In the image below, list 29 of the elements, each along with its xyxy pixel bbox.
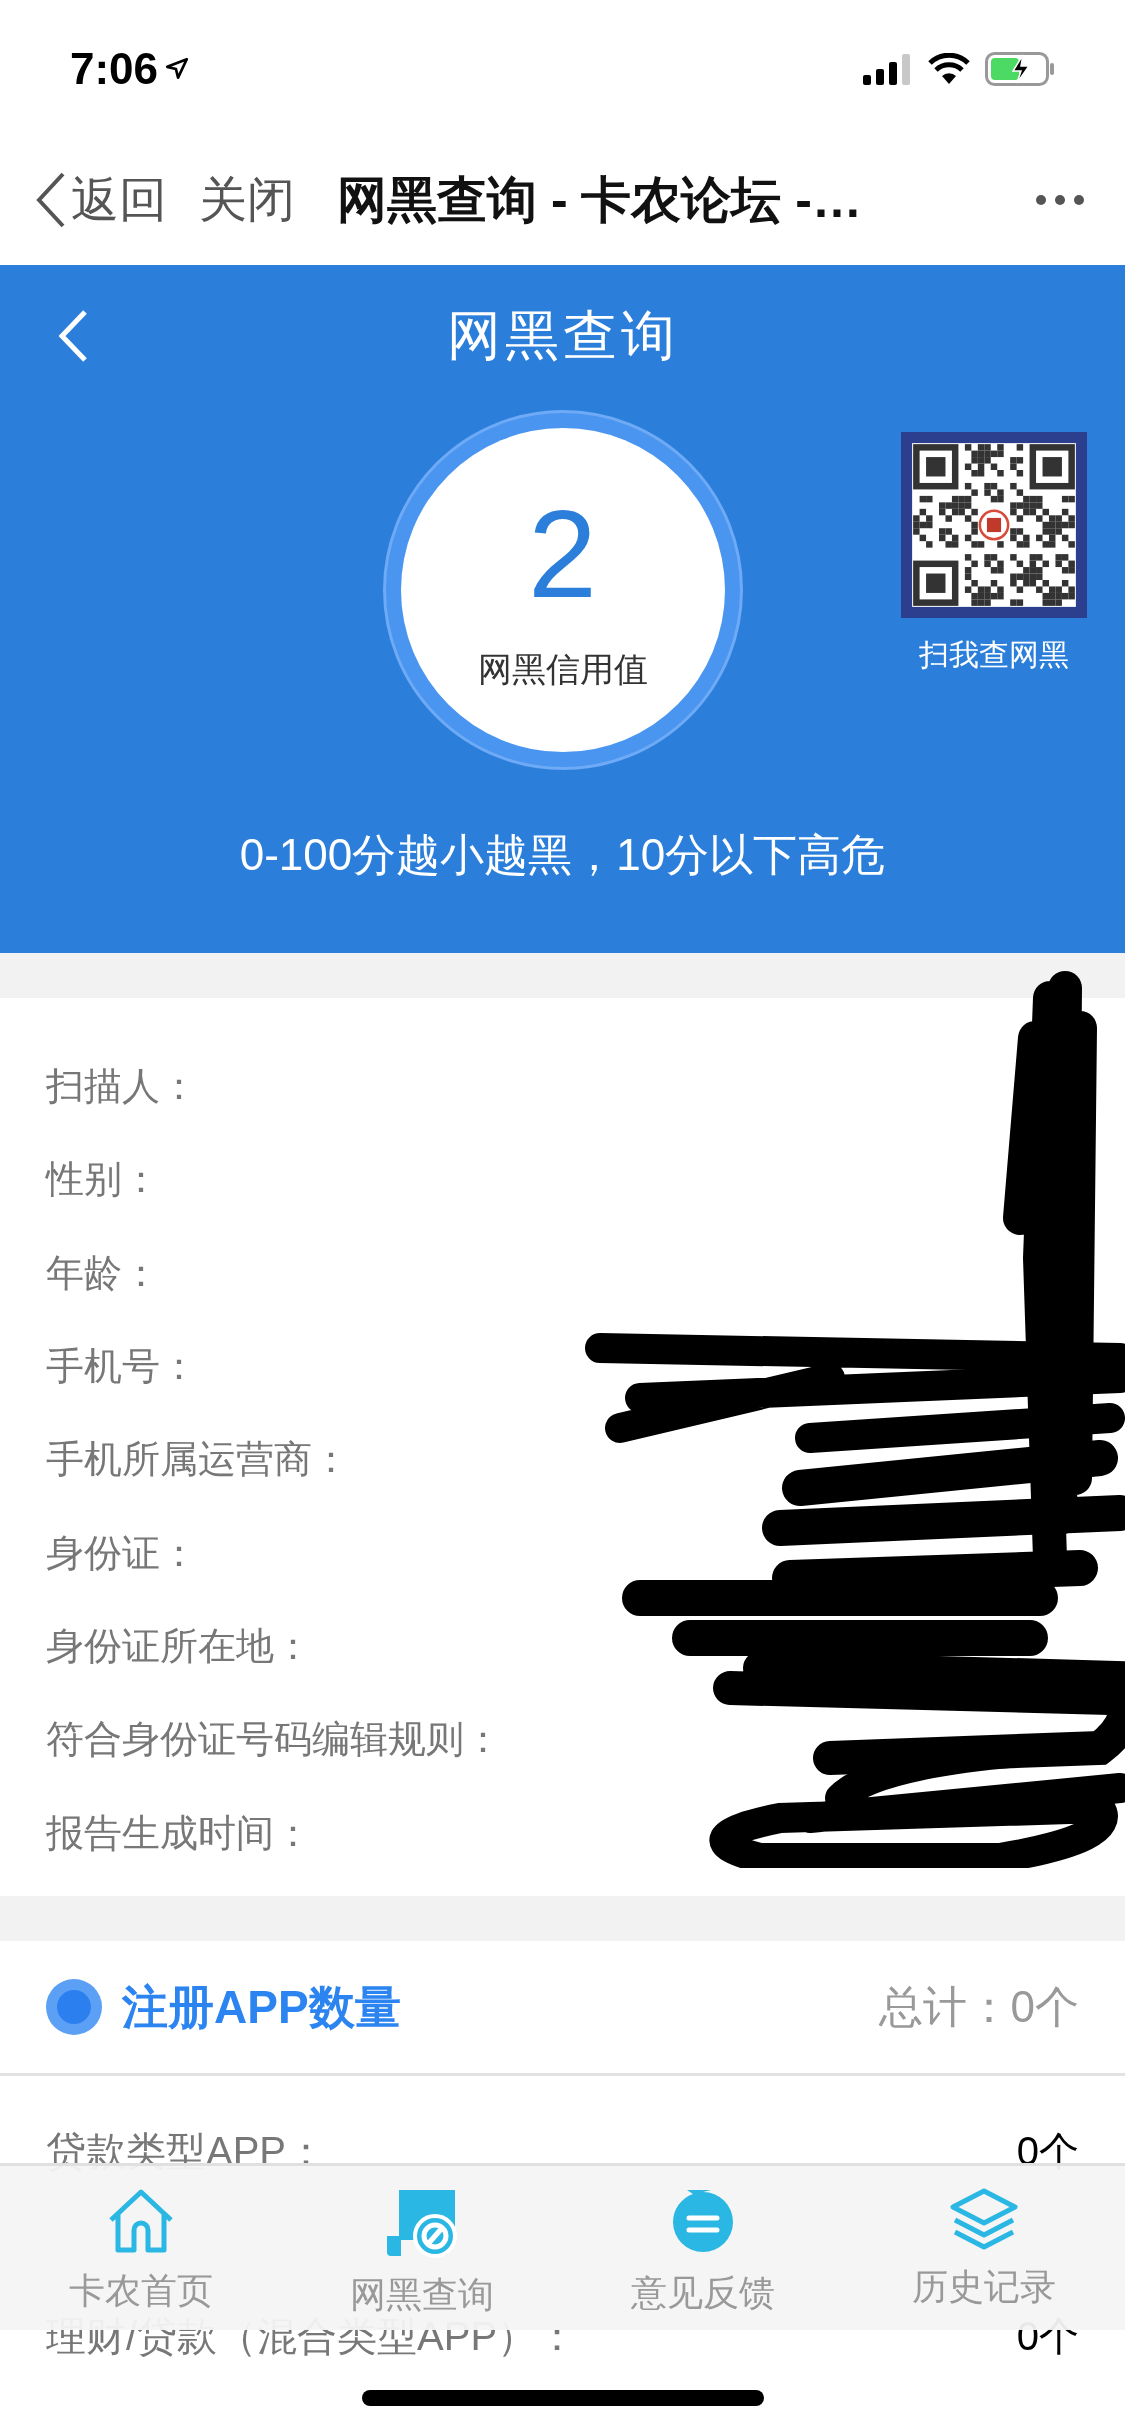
info-label: 手机号： <box>46 1344 198 1390</box>
section-title: 注册APP数量 <box>122 1979 401 2035</box>
signal-icon <box>863 52 913 85</box>
layers-icon <box>949 2188 1020 2250</box>
back-button[interactable]: 返回 <box>35 164 167 236</box>
qr-code[interactable] <box>901 432 1087 618</box>
info-label: 年龄： <box>46 1250 160 1296</box>
score-value: 2 <box>528 491 597 616</box>
status-time: 7:06 <box>70 42 159 95</box>
document-block-icon <box>384 2188 459 2258</box>
header-title: 网黑查询 <box>446 303 679 367</box>
info-label: 符合身份证号码编辑规则： <box>46 1717 502 1763</box>
location-arrow-icon <box>164 55 191 82</box>
close-link[interactable]: 关闭 <box>199 164 295 236</box>
info-label: 报告生成时间： <box>46 1810 312 1856</box>
page-title: 网黑查询 - 卡农论坛 -… <box>337 170 862 230</box>
wifi-icon <box>927 52 971 85</box>
info-label: 身份证： <box>46 1530 198 1576</box>
score-label: 网黑信用值 <box>477 648 648 690</box>
info-label: 身份证所在地： <box>46 1623 312 1669</box>
info-label: 性别： <box>46 1157 160 1203</box>
chevron-left-icon <box>35 172 67 228</box>
info-label: 手机所属运营商： <box>46 1437 350 1483</box>
battery-charging-icon <box>985 51 1055 86</box>
info-label: 扫描人： <box>46 1064 198 1110</box>
score-note: 0-100分越小越黑，10分以下高危 <box>239 829 886 881</box>
section-total: 总计：0个 <box>878 1981 1079 2033</box>
more-icon[interactable] <box>1035 194 1085 206</box>
qr-caption: 扫我查网黑 <box>919 637 1069 673</box>
